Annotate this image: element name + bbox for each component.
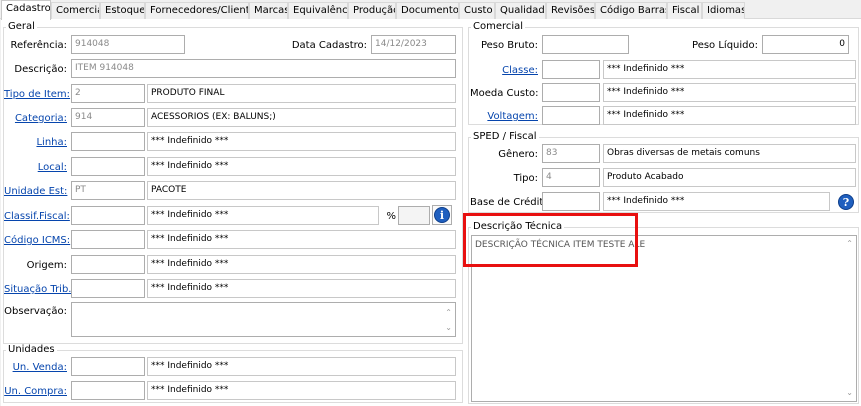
linha-desc: *** Indefinido *** — [147, 132, 456, 151]
referencia-label: Referência: — [10, 40, 67, 51]
linha-code-field[interactable] — [71, 132, 145, 151]
situacao-trib-desc: *** Indefinido *** — [147, 279, 456, 298]
classif-info-button[interactable]: i — [432, 205, 452, 225]
highlight-box — [463, 213, 638, 267]
genero-label: Gênero: — [498, 149, 538, 160]
tab-documentos[interactable]: Documentos — [396, 2, 459, 19]
tab-comercial[interactable]: Comercial — [51, 2, 100, 19]
origem-code-field[interactable] — [71, 255, 145, 274]
voltagem-link[interactable]: Voltagem: — [470, 111, 538, 122]
origem-label: Origem: — [26, 260, 67, 271]
un-venda-desc: *** Indefinido *** — [147, 357, 456, 376]
tab-bar: Cadastro Comercial Estoque Fornecedores/… — [0, 0, 861, 20]
linha-link[interactable]: Linha: — [4, 137, 67, 148]
base-credito-code-field[interactable] — [542, 192, 600, 211]
percent-label: % — [386, 211, 396, 222]
moeda-custo-code-field[interactable] — [542, 83, 600, 102]
scroll-down-icon[interactable]: ⌄ — [445, 319, 452, 336]
origem-desc: *** Indefinido *** — [147, 255, 456, 274]
peso-liquido-label: Peso Líquido: — [692, 40, 758, 51]
data-cadastro-label: Data Cadastro: — [291, 40, 367, 51]
observacao-textarea[interactable]: ⌃ ⌄ — [71, 302, 456, 337]
tab-qualidade[interactable]: Qualidade — [495, 2, 546, 19]
un-venda-link[interactable]: Un. Venda: — [4, 362, 67, 373]
percent-field[interactable] — [398, 206, 430, 225]
classe-desc: *** Indefinido *** — [603, 60, 856, 79]
tipo-desc: Produto Acabado — [603, 168, 856, 187]
classif-fiscal-desc: *** Indefinido *** — [147, 206, 379, 225]
codigo-icms-code-field[interactable] — [71, 230, 145, 249]
descricao-field[interactable]: ITEM 914048 — [71, 59, 456, 78]
moeda-custo-desc: *** Indefinido *** — [603, 83, 856, 102]
unidade-desc: PACOTE — [147, 181, 456, 200]
tab-cadastro[interactable]: Cadastro — [1, 0, 51, 20]
descricao-label: Descrição: — [14, 64, 67, 75]
geral-title: Geral — [6, 21, 37, 32]
tab-estoque[interactable]: Estoque — [100, 2, 145, 19]
tab-fornecedores-clientes[interactable]: Fornecedores/Clientes — [145, 2, 249, 19]
tab-revisoes[interactable]: Revisões — [546, 2, 595, 19]
scroll-up-icon[interactable]: ⌃ — [846, 237, 853, 251]
base-credito-desc: *** Indefinido *** — [603, 192, 830, 211]
unidade-code-field[interactable]: PT — [71, 181, 145, 200]
tab-equivalencia[interactable]: Equivalênc. — [288, 2, 348, 19]
tipo-label: Tipo: — [513, 173, 538, 184]
local-link[interactable]: Local: — [4, 162, 67, 173]
tipo-code-field[interactable]: 4 — [542, 168, 600, 187]
peso-liquido-field[interactable]: 0 — [762, 35, 849, 54]
genero-desc: Obras diversas de metais comuns — [603, 144, 856, 163]
sped-title: SPED / Fiscal — [471, 131, 539, 142]
situacao-trib-code-field[interactable] — [71, 279, 145, 298]
base-credito-help-icon[interactable]: ? — [838, 194, 854, 210]
local-code-field[interactable] — [71, 157, 145, 176]
tipo-item-desc: PRODUTO FINAL — [147, 84, 456, 103]
tab-fiscal[interactable]: Fiscal — [667, 2, 702, 19]
tab-marcas[interactable]: Marcas — [249, 2, 288, 19]
genero-code-field[interactable]: 83 — [542, 144, 600, 163]
scroll-down-icon[interactable]: ⌄ — [846, 386, 853, 400]
voltagem-code-field[interactable] — [542, 106, 600, 125]
tab-producao[interactable]: Produção — [348, 2, 396, 19]
moeda-custo-label: Moeda Custo: — [470, 88, 539, 99]
local-desc: *** Indefinido *** — [147, 157, 456, 176]
observacao-label: Observação: — [4, 306, 67, 317]
codigo-icms-desc: *** Indefinido *** — [147, 230, 456, 249]
referencia-field[interactable]: 914048 — [71, 35, 185, 54]
tipo-item-code-field[interactable]: 2 — [71, 84, 145, 103]
classif-fiscal-code-field[interactable] — [71, 206, 145, 225]
situacao-trib-link[interactable]: Situação Trib.: — [4, 284, 75, 295]
un-compra-code-field[interactable] — [71, 381, 145, 400]
un-compra-desc: *** Indefinido *** — [147, 381, 456, 400]
comercial-title: Comercial — [471, 21, 526, 32]
un-venda-code-field[interactable] — [71, 357, 145, 376]
categoria-link[interactable]: Categoria: — [4, 113, 67, 124]
data-cadastro-field[interactable]: 14/12/2023 — [371, 35, 456, 54]
info-icon: i — [434, 207, 450, 223]
classe-code-field[interactable] — [542, 60, 600, 79]
unidade-est-link[interactable]: Unidade Est: — [4, 186, 67, 197]
un-compra-link[interactable]: Un. Compra: — [4, 386, 67, 397]
base-credito-label: Base de Crédito: — [470, 197, 553, 208]
classif-fiscal-link[interactable]: Classif.Fiscal: — [4, 211, 70, 222]
voltagem-desc: *** Indefinido *** — [603, 106, 856, 125]
categoria-code-field[interactable]: 914 — [71, 108, 145, 127]
peso-bruto-label: Peso Bruto: — [480, 40, 538, 51]
tab-custo[interactable]: Custo — [459, 2, 495, 19]
unidades-title: Unidades — [6, 344, 57, 355]
tab-codigo-barras[interactable]: Código Barras — [595, 2, 667, 19]
classe-link[interactable]: Classe: — [470, 65, 538, 76]
tipo-item-link[interactable]: Tipo de Item: — [4, 89, 70, 100]
tab-idiomas[interactable]: Idiomas — [702, 2, 745, 19]
codigo-icms-link[interactable]: Código ICMS: — [4, 235, 70, 246]
categoria-desc: ACESSORIOS (EX: BALUNS;) — [147, 108, 456, 127]
peso-bruto-field[interactable] — [542, 35, 629, 54]
